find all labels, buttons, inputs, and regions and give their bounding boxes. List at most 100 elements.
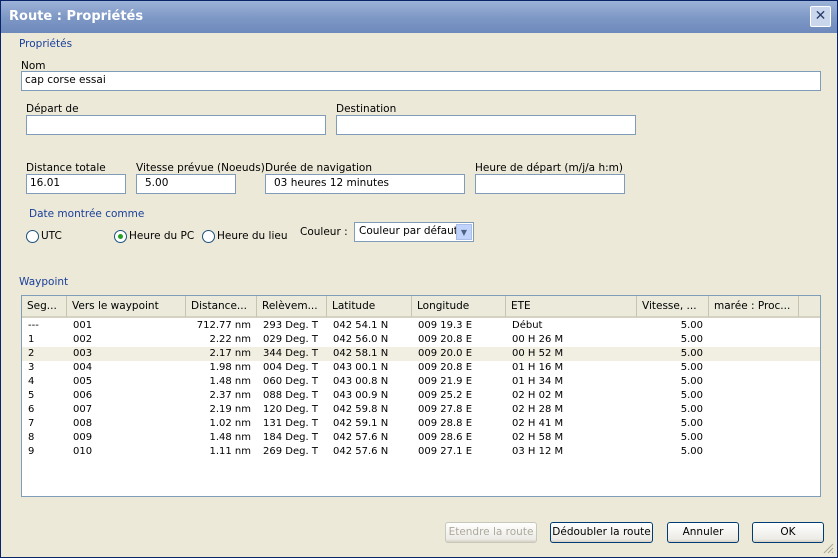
resize-grip-icon[interactable] — [822, 542, 834, 554]
waypoint-section-label: Waypoint — [19, 276, 69, 288]
planned-speed-label: Vitesse prévue (Noeuds) — [136, 162, 265, 174]
table-cell: 5.00 — [680, 320, 703, 331]
radio-local-time[interactable] — [202, 230, 215, 243]
table-cell: 344 Deg. T — [263, 348, 318, 359]
departure-time-label: Heure de départ (m/j/a h:m) — [475, 162, 623, 174]
radio-pc-time-label[interactable]: Heure du PC — [129, 230, 194, 242]
table-cell: 293 Deg. T — [263, 320, 318, 331]
table-cell: 269 Deg. T — [263, 446, 318, 457]
table-cell: 6 — [28, 404, 35, 415]
departure-time-input[interactable] — [475, 174, 625, 194]
duplicate-route-button[interactable]: Dédoubler la route — [550, 522, 653, 543]
table-cell: 010 — [73, 446, 93, 457]
column-header[interactable]: Vitesse, ... — [637, 296, 709, 317]
column-header[interactable]: Vers le waypoint — [67, 296, 186, 317]
table-cell: 00 H 26 M — [512, 334, 564, 345]
table-cell: 7 — [28, 418, 35, 429]
table-cell: 02 H 58 M — [512, 432, 564, 443]
table-cell: 029 Deg. T — [263, 334, 318, 345]
name-input[interactable]: cap corse essai — [21, 71, 821, 91]
column-header[interactable]: Relèvem... — [257, 296, 327, 317]
radio-utc-label[interactable]: UTC — [41, 230, 62, 242]
table-cell: 5 — [28, 390, 35, 401]
table-cell: 009 — [73, 432, 93, 443]
table-cell — [715, 417, 797, 431]
table-cell: 02 H 41 M — [512, 418, 564, 429]
table-cell: 184 Deg. T — [263, 432, 318, 443]
extend-route-button[interactable]: Etendre la route — [445, 522, 537, 543]
table-row[interactable]: 8 009 1.48 nm 184 Deg. T 042 57.6 N 009 28.6 … — [22, 431, 820, 445]
table-cell: --- — [28, 320, 39, 331]
waypoint-table[interactable]: Seg... Vers le waypoint Distance... Relèvem… — [21, 295, 821, 497]
table-cell: 131 Deg. T — [263, 418, 318, 429]
table-cell: 1.48 nm — [209, 432, 251, 443]
title-bar[interactable]: Route : Propriétés ✕ — [1, 1, 837, 33]
destination-input[interactable] — [336, 115, 636, 135]
table-cell — [715, 375, 797, 389]
radio-local-time-label[interactable]: Heure du lieu — [217, 230, 288, 242]
table-row[interactable]: 5 006 2.37 nm 088 Deg. T 043 00.9 N 009 25.2 … — [22, 389, 820, 403]
table-cell: 088 Deg. T — [263, 390, 318, 401]
chevron-down-icon[interactable]: ▼ — [456, 224, 472, 240]
table-cell: 1.11 nm — [209, 446, 251, 457]
table-cell: 042 57.6 N — [333, 446, 389, 457]
table-cell: 043 00.9 N — [333, 390, 389, 401]
departure-input[interactable] — [26, 115, 326, 135]
total-distance-input[interactable]: 16.01 — [26, 174, 126, 194]
table-cell: 042 58.1 N — [333, 348, 389, 359]
table-cell — [715, 403, 797, 417]
planned-speed-input[interactable]: 5.00 — [136, 174, 236, 194]
window-title: Route : Propriétés — [9, 9, 144, 24]
table-cell: 007 — [73, 404, 93, 415]
color-select[interactable]: Couleur par défaut ▼ — [354, 222, 474, 242]
table-cell — [715, 319, 797, 333]
table-cell: 5.00 — [680, 446, 703, 457]
ok-button[interactable]: OK — [752, 522, 824, 543]
table-cell: 043 00.1 N — [333, 362, 389, 373]
column-header[interactable]: Distance... — [186, 296, 257, 317]
table-cell — [715, 347, 797, 361]
radio-pc-time[interactable] — [114, 230, 127, 243]
table-cell: 004 Deg. T — [263, 362, 318, 373]
route-properties-dialog: Route : Propriétés ✕ Propriétés Nom cap … — [0, 0, 838, 558]
cancel-button[interactable]: Annuler — [667, 522, 739, 543]
table-cell: 9 — [28, 446, 35, 457]
table-cell: 002 — [73, 334, 93, 345]
table-cell: 2.22 nm — [209, 334, 251, 345]
table-cell: 5.00 — [680, 348, 703, 359]
table-cell: 120 Deg. T — [263, 404, 318, 415]
table-cell: 004 — [73, 362, 93, 373]
table-cell: 008 — [73, 418, 93, 429]
table-row[interactable]: 3 004 1.98 nm 004 Deg. T 043 00.1 N 009 20.8 … — [22, 361, 820, 375]
duration-input[interactable]: 03 heures 12 minutes — [265, 174, 465, 194]
total-distance-label: Distance totale — [26, 162, 106, 174]
table-cell — [715, 431, 797, 445]
table-cell: 009 20.0 E — [418, 348, 473, 359]
table-header: Seg... Vers le waypoint Distance... Relèvem… — [22, 296, 820, 318]
column-header[interactable]: Seg... — [22, 296, 67, 317]
table-cell: 003 — [73, 348, 93, 359]
table-row[interactable]: 7 008 1.02 nm 131 Deg. T 042 59.1 N 009 28.8 … — [22, 417, 820, 431]
table-row[interactable]: 1 002 2.22 nm 029 Deg. T 042 56.0 N 009 20.8 … — [22, 333, 820, 347]
table-row[interactable]: 4 005 1.48 nm 060 Deg. T 043 00.8 N 009 21.9 … — [22, 375, 820, 389]
column-header[interactable]: ETE — [506, 296, 637, 317]
radio-utc[interactable] — [26, 230, 39, 243]
column-header[interactable]: Longitude — [412, 296, 506, 317]
table-cell: 009 27.1 E — [418, 446, 473, 457]
column-header[interactable]: Latitude — [327, 296, 412, 317]
table-cell: 060 Deg. T — [263, 376, 318, 387]
table-row[interactable]: --- 001 712.77 nm 293 Deg. T 042 54.1 N 009 1… — [22, 319, 820, 333]
table-row[interactable]: 2 003 2.17 nm 344 Deg. T 042 58.1 N 009 20.0 … — [22, 347, 820, 361]
column-header[interactable]: marée : Proc... — [709, 296, 799, 317]
table-cell: 5.00 — [680, 432, 703, 443]
table-cell: 03 H 12 M — [512, 446, 564, 457]
table-cell: 042 57.6 N — [333, 432, 389, 443]
table-cell: 1.48 nm — [209, 376, 251, 387]
table-cell: 005 — [73, 376, 93, 387]
table-cell: 001 — [73, 320, 93, 331]
date-shown-label: Date montrée comme — [29, 208, 145, 220]
table-row[interactable]: 6 007 2.19 nm 120 Deg. T 042 59.8 N 009 27.8 … — [22, 403, 820, 417]
close-button[interactable]: ✕ — [810, 6, 831, 27]
properties-section-label: Propriétés — [19, 38, 73, 50]
table-row[interactable]: 9 010 1.11 nm 269 Deg. T 042 57.6 N 009 27.1 … — [22, 445, 820, 459]
